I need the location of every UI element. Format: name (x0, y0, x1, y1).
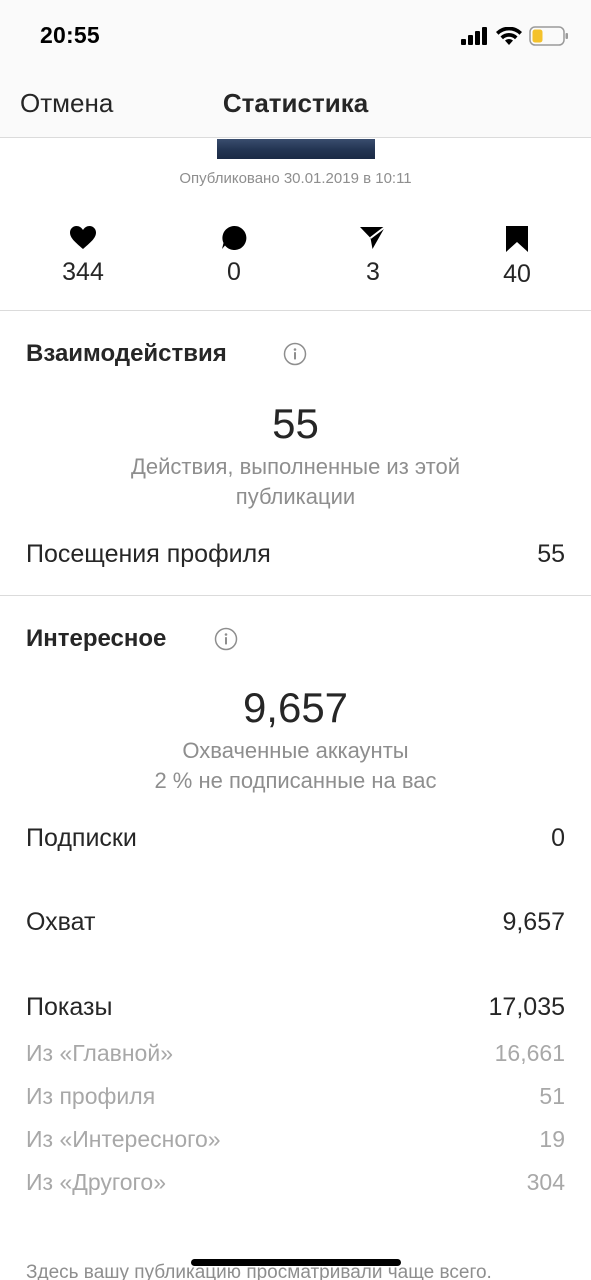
divider (0, 595, 591, 596)
bookmark-icon (506, 226, 528, 252)
impressions-from-profile-row: Из профиля 51 (26, 1083, 565, 1110)
likes-stat: 344 (23, 226, 143, 287)
impressions-from-other-row: Из «Другого» 304 (26, 1169, 565, 1196)
discovery-number: 9,657 (242, 684, 349, 731)
row-value: 19 (539, 1126, 565, 1152)
status-icons (461, 24, 569, 48)
reach-row: Охват 9,657 (26, 908, 565, 937)
row-label: Посещения профиля (26, 540, 271, 568)
row-value: 9,657 (502, 908, 565, 936)
saves-count: 40 (503, 260, 531, 288)
comments-stat: 0 (174, 226, 294, 287)
row-label: Из «Другого» (26, 1169, 167, 1195)
divider (0, 310, 591, 311)
impressions-from-home-row: Из «Главной» 16,661 (26, 1040, 565, 1067)
interactions-caption: Действия, выполненные из этой публикации (130, 454, 461, 509)
shares-count: 3 (366, 258, 380, 286)
shares-stat: 3 (313, 226, 433, 287)
signal-icon (461, 27, 487, 45)
impressions-from-explore-row: Из «Интересного» 19 (26, 1126, 565, 1153)
status-time: 20:55 (40, 22, 100, 48)
comment-icon (222, 226, 247, 250)
row-label: Из «Интересного» (26, 1126, 221, 1152)
impressions-row: Показы 17,035 (26, 993, 565, 1022)
wifi-icon (496, 26, 522, 45)
discovery-caption-line1: Охваченные аккаунты (182, 738, 409, 763)
row-label: Из профиля (26, 1083, 156, 1109)
navbar: Отмена Статистика (0, 72, 591, 138)
row-label: Охват (26, 908, 96, 936)
row-label: Подписки (26, 824, 137, 852)
row-value: 304 (526, 1169, 565, 1195)
post-thumbnail (217, 139, 375, 159)
row-value: 16,661 (494, 1040, 565, 1066)
follows-row: Подписки 0 (26, 824, 565, 853)
comments-count: 0 (227, 258, 241, 286)
info-icon[interactable] (214, 627, 238, 651)
published-date: Опубликовано 30.01.2019 в 10:11 (179, 170, 412, 187)
row-value: 0 (551, 824, 565, 852)
home-indicator[interactable] (191, 1259, 401, 1266)
interactions-number: 55 (272, 400, 319, 447)
row-value: 55 (537, 540, 565, 568)
share-icon (360, 226, 386, 249)
page-title: Статистика (222, 88, 369, 118)
status-bar: 20:55 (0, 0, 591, 72)
info-icon[interactable] (283, 342, 307, 366)
row-label: Из «Главной» (26, 1040, 173, 1066)
battery-icon (529, 26, 568, 46)
profile-visits-row: Посещения профиля 55 (26, 540, 565, 569)
row-label: Показы (26, 993, 113, 1021)
likes-count: 344 (62, 258, 104, 286)
engagement-stats: 344 0 3 40 (0, 226, 591, 310)
row-value: 17,035 (488, 993, 565, 1021)
heart-icon (70, 226, 96, 249)
discovery-title: Интересное (26, 625, 167, 652)
row-value: 51 (539, 1083, 565, 1109)
interactions-title: Взаимодействия (26, 340, 227, 367)
discovery-caption-line2: 2 % не подписанные на вас (154, 768, 437, 793)
saves-stat: 40 (457, 226, 577, 289)
